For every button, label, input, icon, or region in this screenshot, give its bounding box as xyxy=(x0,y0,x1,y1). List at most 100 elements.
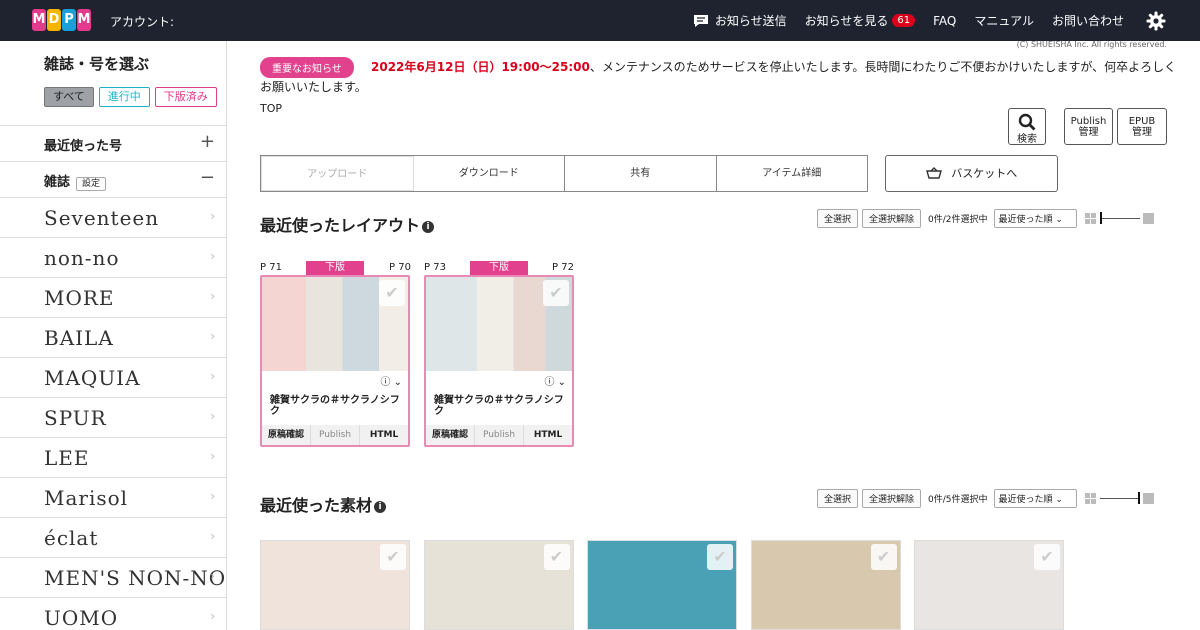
proof-check-button[interactable]: 原稿確認 xyxy=(426,425,474,445)
manual-link[interactable]: マニュアル xyxy=(974,12,1034,29)
material-tile[interactable]: ✔ xyxy=(587,540,737,630)
check-icon[interactable]: ✔ xyxy=(870,544,897,570)
zoom-slider[interactable] xyxy=(1099,212,1140,224)
tab-share[interactable]: 共有 xyxy=(565,156,717,191)
material-tile[interactable]: ✔ xyxy=(423,540,574,630)
status-badge: 下版 xyxy=(470,261,528,275)
check-icon[interactable]: ✔ xyxy=(543,280,569,306)
grid-small-icon[interactable] xyxy=(1084,213,1096,224)
sort-value: 最近使った順 xyxy=(998,215,1053,225)
material-tile[interactable]: ✔ xyxy=(750,540,901,630)
sidebar-item-magazine[interactable]: SPUR › xyxy=(0,397,226,437)
page-number: P 72 xyxy=(552,262,574,273)
chevron-right-icon: › xyxy=(210,529,215,543)
select-all-button[interactable]: 全選択 xyxy=(817,209,859,228)
magazine-name: MEN'S NON-NO xyxy=(44,566,227,590)
sidebar-item-magazine[interactable]: non-no › xyxy=(0,237,226,277)
chevron-right-icon: › xyxy=(210,369,215,383)
sidebar: 雑誌・号を選ぶ すべて 進行中 下版済み 最近使った号 + 雑誌 設定 − Sev… xyxy=(0,41,227,630)
chevron-right-icon: › xyxy=(210,289,215,303)
zoom-slider[interactable] xyxy=(1099,492,1140,504)
sidebar-item-magazine[interactable]: Seventeen › xyxy=(0,197,226,237)
grid-large-icon[interactable] xyxy=(1142,493,1154,504)
check-icon[interactable]: ✔ xyxy=(380,544,406,570)
sidebar-item-magazine[interactable]: UOMO › xyxy=(0,597,226,630)
sidebar-item-magazine[interactable]: LEE › xyxy=(0,437,226,477)
sidebar-item-magazine[interactable]: éclat › xyxy=(0,517,226,557)
plus-icon: + xyxy=(199,131,215,152)
notice-highlight: 2022年6月12日（日）19:00〜25:00 xyxy=(371,60,590,74)
view-notice-label: お知らせを見る xyxy=(804,14,889,28)
material-tile[interactable]: ✔ xyxy=(914,540,1064,630)
copyright: (C) SHUEISHA Inc. All rights reserved. xyxy=(1016,40,1167,49)
slider-handle[interactable] xyxy=(1137,492,1140,504)
check-icon[interactable]: ✔ xyxy=(379,280,405,306)
filter-all-button[interactable]: すべて xyxy=(44,87,94,107)
sidebar-item-magazine[interactable]: MAQUIA › xyxy=(0,357,226,397)
info-icon[interactable]: i xyxy=(422,221,435,233)
faq-link[interactable]: FAQ xyxy=(933,14,956,28)
page-number: P 73 xyxy=(424,262,446,273)
material-tile[interactable]: ✔ xyxy=(260,540,410,630)
deselect-all-button[interactable]: 全選択解除 xyxy=(862,209,922,228)
tab-item-detail[interactable]: アイテム詳細 xyxy=(717,156,868,191)
layout-controls: 全選択 全選択解除 0件/2件選択中 最近使った順 ⌄ xyxy=(817,209,1154,228)
magazine-name: BAILA xyxy=(44,326,114,350)
recent-issues-section[interactable]: 最近使った号 + xyxy=(0,125,226,161)
recent-layouts-label: 最近使ったレイアウト xyxy=(260,216,421,235)
layout-card[interactable]: ✔ ⓘ ⌄ 雑賀サクラの＃サクラノシフク 原稿確認 Publish HTML xyxy=(424,275,574,447)
check-icon[interactable]: ✔ xyxy=(1034,544,1060,570)
tab-upload[interactable]: アップロード xyxy=(261,156,414,191)
info-dropdown-icon[interactable]: ⓘ ⌄ xyxy=(380,373,402,388)
grid-large-icon[interactable] xyxy=(1142,213,1154,224)
notice-count-badge: 61 xyxy=(892,14,916,27)
chevron-right-icon: › xyxy=(210,609,215,623)
epub-manage-button[interactable]: EPUB 管理 xyxy=(1117,108,1167,145)
page-number: P 70 xyxy=(389,262,411,273)
check-icon[interactable]: ✔ xyxy=(707,544,733,570)
publish-button[interactable]: Publish xyxy=(474,425,523,445)
layout-card[interactable]: ✔ ⓘ ⌄ 雑賀サクラの＃サクラノシフク 原稿確認 Publish HTML xyxy=(260,275,410,447)
gear-icon[interactable] xyxy=(1146,11,1166,31)
html-button[interactable]: HTML xyxy=(359,425,408,445)
filter-in-progress-button[interactable]: 進行中 xyxy=(98,87,150,107)
page-number: P 71 xyxy=(260,262,282,273)
app-logo[interactable]: MDPM xyxy=(32,8,92,32)
sidebar-title: 雑誌・号を選ぶ xyxy=(44,55,150,73)
layout-title: 雑賀サクラの＃サクラノシフク xyxy=(270,395,400,417)
sort-select[interactable]: 最近使った順 ⌄ xyxy=(993,489,1077,508)
sidebar-item-magazine[interactable]: BAILA › xyxy=(0,317,226,357)
send-notice-link[interactable]: お知らせ送信 xyxy=(693,12,787,29)
contact-link[interactable]: お問い合わせ xyxy=(1052,12,1124,29)
message-icon xyxy=(693,14,708,27)
html-button[interactable]: HTML xyxy=(523,425,572,445)
info-dropdown-icon[interactable]: ⓘ ⌄ xyxy=(544,373,566,388)
sidebar-item-magazine[interactable]: MORE › xyxy=(0,277,226,317)
search-button[interactable]: 検索 xyxy=(1008,108,1046,145)
sort-select[interactable]: 最近使った順 ⌄ xyxy=(993,209,1077,228)
basket-button[interactable]: バスケットへ xyxy=(885,155,1058,192)
view-notice-link[interactable]: お知らせを見る 61 xyxy=(805,12,916,29)
deselect-all-button[interactable]: 全選択解除 xyxy=(862,489,922,508)
publish-button[interactable]: Publish xyxy=(310,425,359,445)
sidebar-item-magazine[interactable]: Marisol › xyxy=(0,477,226,517)
filter-sold-button[interactable]: 下版済み xyxy=(154,87,217,107)
grid-small-icon[interactable] xyxy=(1084,493,1096,504)
breadcrumb[interactable]: TOP xyxy=(260,102,282,115)
account-label: アカウント: xyxy=(110,15,175,29)
publish-manage-button[interactable]: Publish 管理 xyxy=(1064,108,1113,145)
selection-count: 0件/5件選択中 xyxy=(928,495,988,505)
recent-layouts-title: 最近使ったレイアウト i xyxy=(260,212,435,236)
chevron-right-icon: › xyxy=(210,329,215,343)
info-icon[interactable]: i xyxy=(374,501,387,513)
action-tabs: アップロード ダウンロード 共有 アイテム詳細 xyxy=(260,155,868,192)
settings-tag[interactable]: 設定 xyxy=(76,177,107,191)
tab-download[interactable]: ダウンロード xyxy=(414,156,565,191)
basket-label: バスケットへ xyxy=(951,167,1018,180)
sidebar-item-magazine[interactable]: MEN'S NON-NO › xyxy=(0,557,227,597)
slider-handle[interactable] xyxy=(1099,212,1102,224)
magazines-section[interactable]: 雑誌 設定 − xyxy=(0,161,226,197)
check-icon[interactable]: ✔ xyxy=(543,544,570,570)
select-all-button[interactable]: 全選択 xyxy=(817,489,859,508)
proof-check-button[interactable]: 原稿確認 xyxy=(262,425,310,445)
